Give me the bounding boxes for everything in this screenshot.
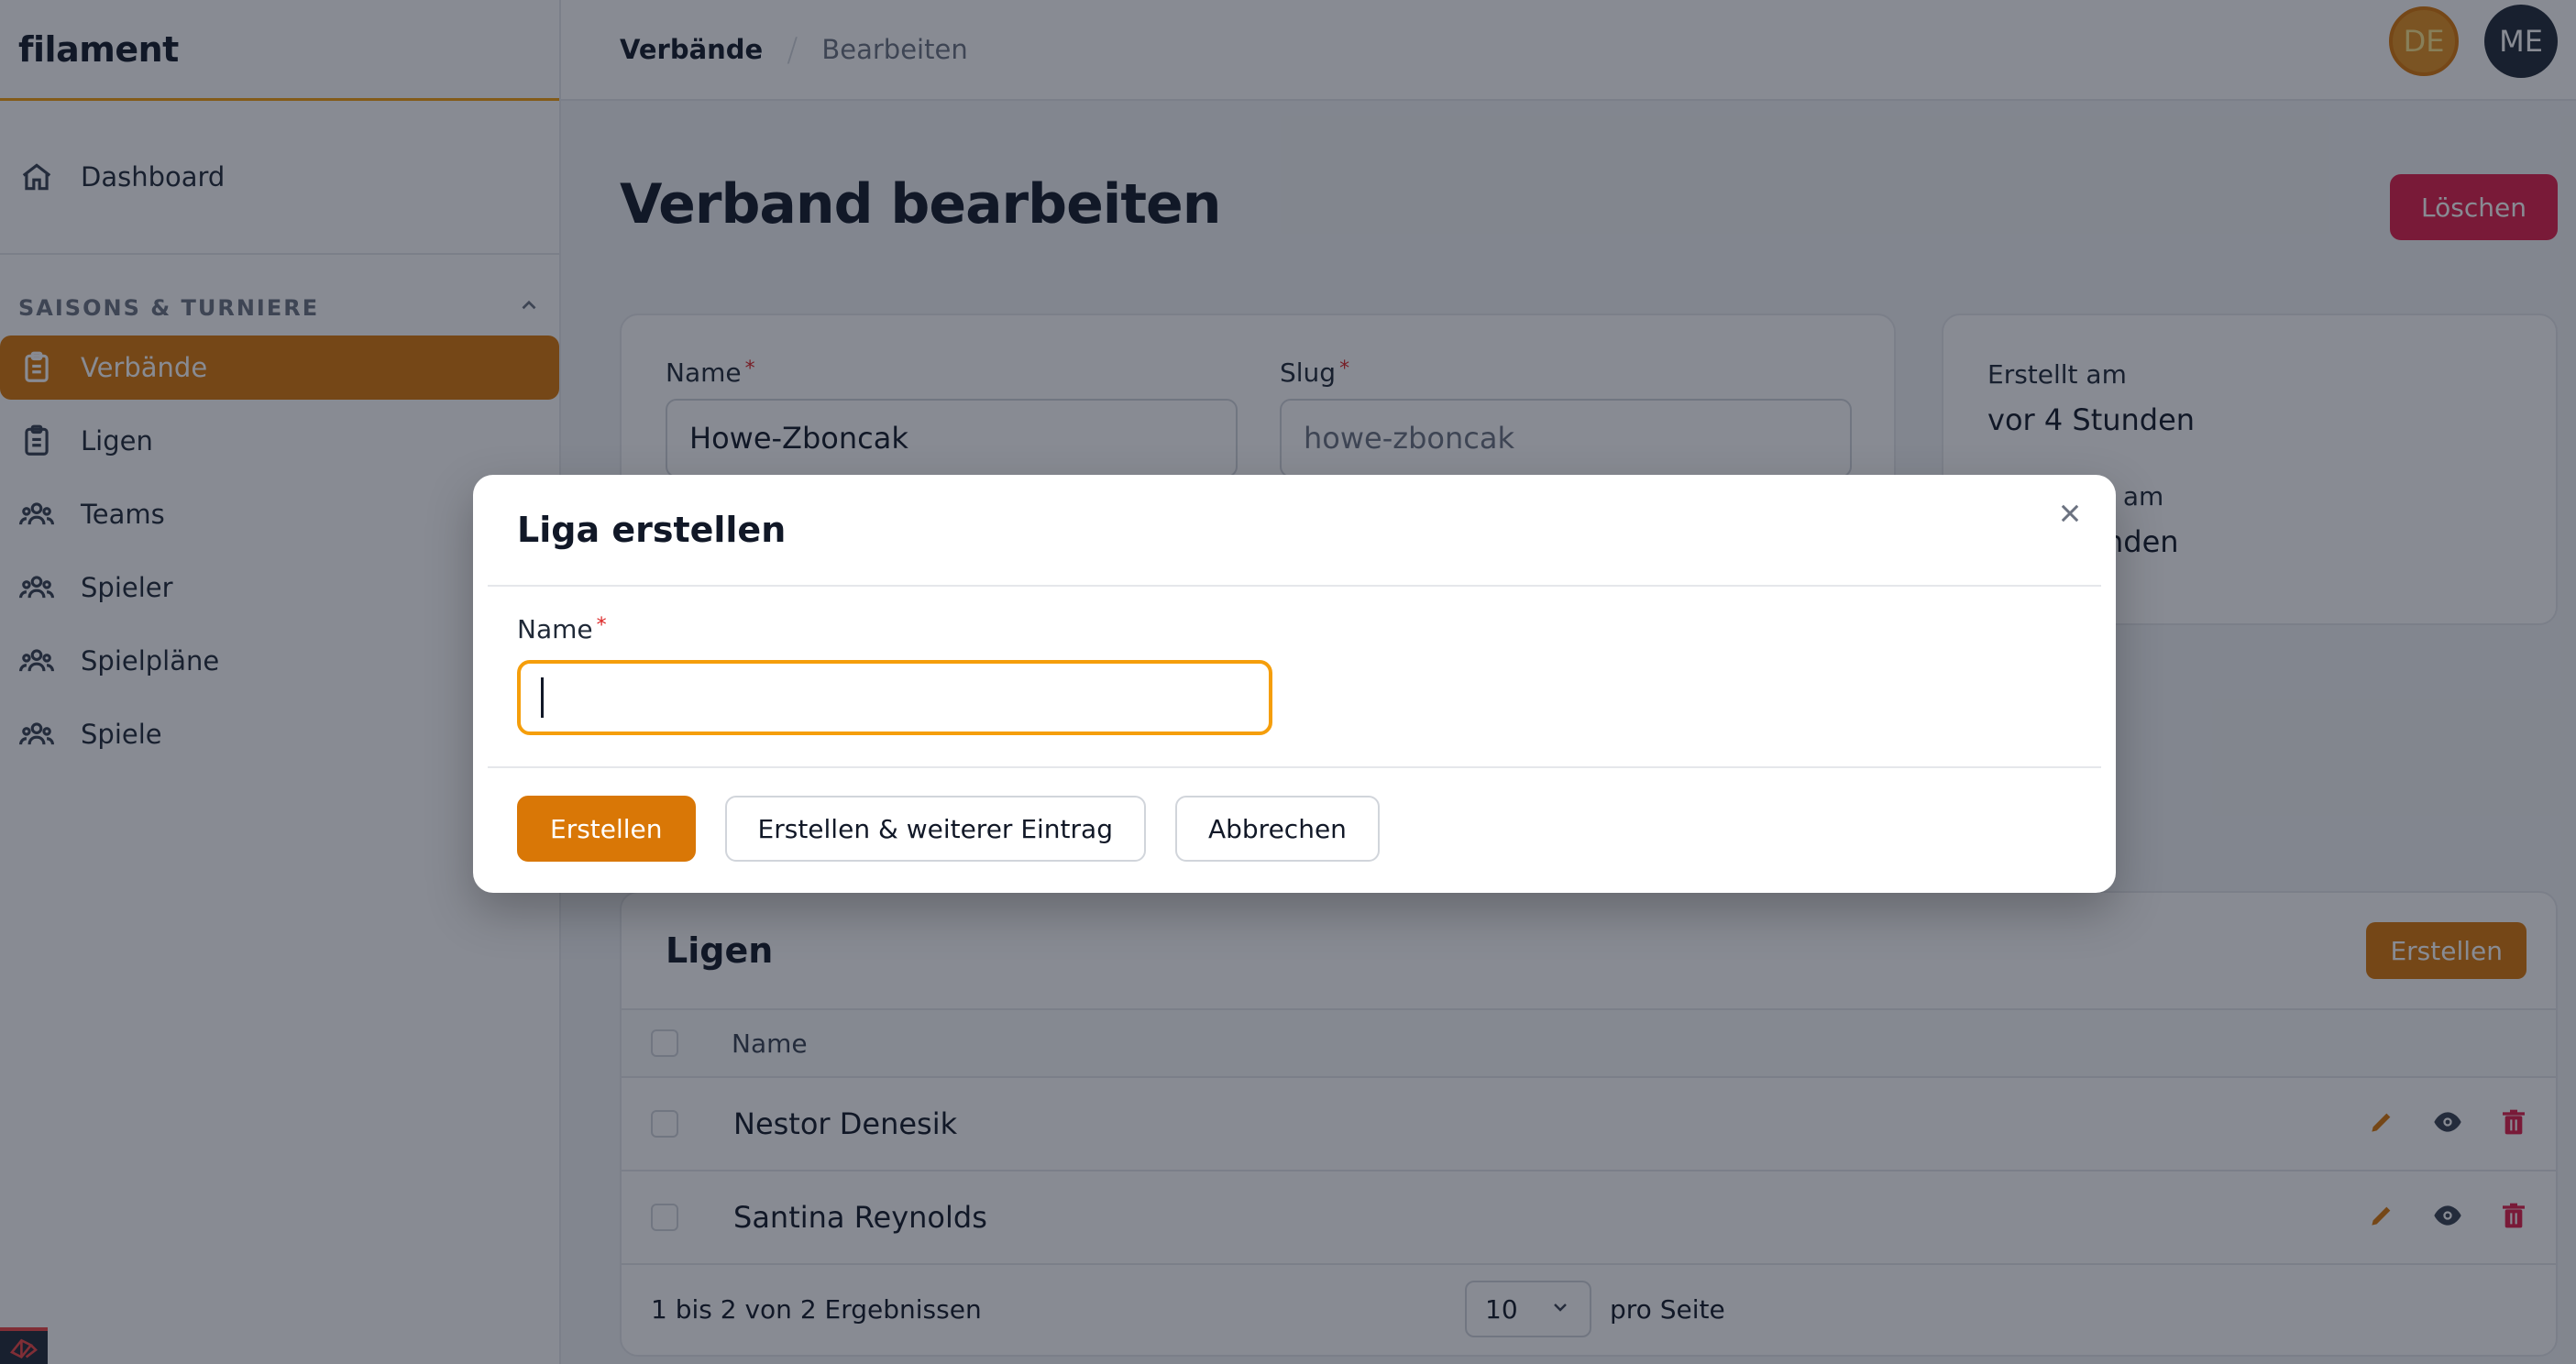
- required-marker: *: [596, 614, 607, 637]
- modal-title: Liga erstellen: [517, 510, 787, 550]
- modal-divider: [488, 766, 2101, 768]
- modal-create-another-button[interactable]: Erstellen & weiterer Eintrag: [724, 796, 1146, 862]
- modal-divider: [488, 585, 2101, 587]
- text-caret: [541, 677, 544, 718]
- modal-name-label: Name *: [517, 614, 607, 644]
- create-liga-modal: Liga erstellen Name * Erstellen Erstellen…: [473, 475, 2116, 893]
- modal-name-label-text: Name: [517, 614, 593, 644]
- modal-actions: Erstellen Erstellen & weiterer Eintrag A…: [517, 796, 1380, 862]
- modal-name-input[interactable]: [517, 660, 1272, 735]
- close-icon[interactable]: [2052, 495, 2088, 532]
- modal-create-button[interactable]: Erstellen: [517, 796, 696, 862]
- modal-cancel-button[interactable]: Abbrechen: [1174, 796, 1380, 862]
